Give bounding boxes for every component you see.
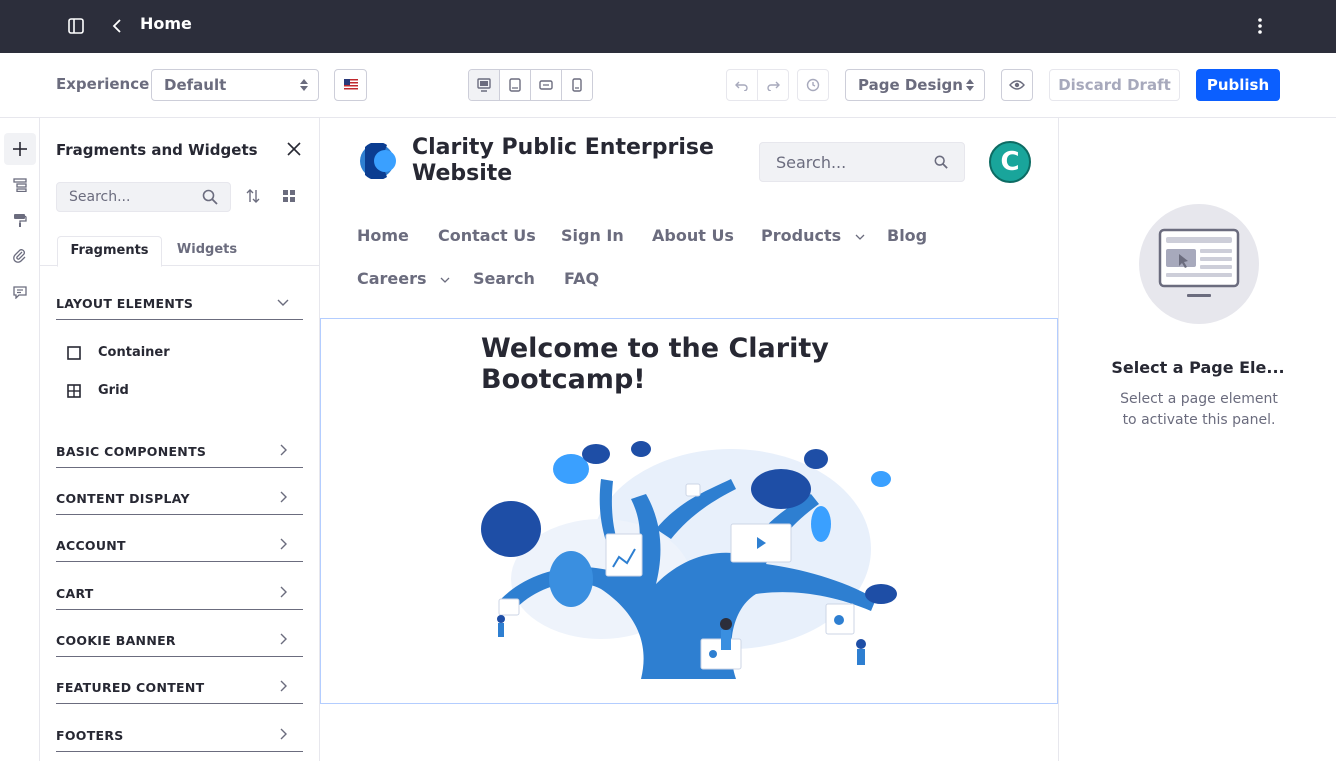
search-placeholder: Search... — [69, 189, 131, 205]
paperclip-icon[interactable] — [4, 240, 36, 272]
site-name[interactable]: Clarity Public Enterprise Website — [412, 135, 742, 187]
page-canvas: Clarity Public Enterprise Website Search… — [320, 118, 1058, 761]
history-group — [726, 69, 789, 101]
us-flag-icon — [344, 79, 358, 90]
editor-toolbar: Experience Default Page Design Discard D… — [0, 53, 1336, 118]
redo-icon[interactable] — [758, 70, 788, 100]
tree-illustration[interactable] — [481, 439, 901, 689]
view-mode-value: Page Design — [858, 76, 963, 94]
search-icon — [934, 155, 948, 169]
paint-brush-icon[interactable] — [4, 204, 36, 236]
left-rail — [0, 118, 40, 761]
chevron-down-icon — [855, 232, 865, 242]
page-title: Home — [140, 14, 192, 33]
chevron-right-icon — [277, 444, 289, 456]
device-preview-group — [468, 69, 593, 101]
category-layout-elements[interactable]: LAYOUT ELEMENTS — [56, 296, 303, 320]
comments-icon[interactable] — [4, 276, 36, 308]
category-featured-content[interactable]: FEATURED CONTENT — [56, 680, 303, 704]
chevron-right-icon — [277, 633, 289, 645]
category-content-display[interactable]: CONTENT DISPLAY — [56, 491, 303, 515]
experience-value: Default — [164, 76, 227, 94]
chevron-down-icon — [277, 296, 289, 308]
tablet-icon[interactable] — [500, 70, 531, 100]
landscape-icon[interactable] — [531, 70, 562, 100]
panel-title: Fragments and Widgets — [56, 141, 258, 159]
ellipsis-vertical-icon[interactable] — [1252, 16, 1268, 36]
category-footers[interactable]: FOOTERS — [56, 728, 303, 752]
nav-contact-us[interactable]: Contact Us — [438, 226, 536, 245]
nav-sign-in[interactable]: Sign In — [561, 226, 624, 245]
panel-empty-description: Select a page element to activate this p… — [1120, 391, 1278, 428]
category-label: FEATURED CONTENT — [56, 680, 205, 695]
nav-careers[interactable]: Careers — [357, 269, 450, 288]
search-placeholder: Search... — [776, 153, 847, 172]
container-icon — [66, 345, 82, 361]
category-label: BASIC COMPONENTS — [56, 444, 207, 459]
category-label: LAYOUT ELEMENTS — [56, 296, 194, 311]
nav-search[interactable]: Search — [473, 269, 535, 288]
publish-button[interactable]: Publish — [1196, 69, 1280, 101]
experience-select[interactable]: Default — [151, 69, 319, 101]
panel-tabs: Fragments Widgets — [40, 236, 319, 267]
category-label: CART — [56, 586, 94, 601]
sort-icon[interactable] — [245, 188, 261, 204]
site-logo[interactable] — [357, 143, 397, 179]
category-basic-components[interactable]: BASIC COMPONENTS — [56, 444, 303, 468]
experience-label: Experience — [56, 75, 150, 93]
nav-blog[interactable]: Blog — [887, 226, 927, 245]
view-mode-select[interactable]: Page Design — [845, 69, 985, 101]
configuration-panel: Select a Page Ele... Select a page eleme… — [1058, 118, 1336, 761]
undo-icon[interactable] — [727, 70, 758, 100]
plus-icon[interactable] — [4, 133, 36, 165]
chevron-right-icon — [277, 491, 289, 503]
nav-label: Products — [761, 226, 842, 245]
close-icon[interactable] — [286, 141, 302, 157]
fragments-search-input[interactable]: Search... — [56, 182, 231, 212]
caret-double-icon — [966, 78, 974, 92]
nav-products[interactable]: Products — [761, 226, 865, 245]
category-label: ACCOUNT — [56, 538, 126, 553]
category-label: FOOTERS — [56, 728, 124, 743]
category-label: COOKIE BANNER — [56, 633, 176, 648]
chevron-right-icon — [277, 538, 289, 550]
category-account[interactable]: ACCOUNT — [56, 538, 303, 562]
card-view-icon[interactable] — [281, 188, 297, 204]
page-structure-icon[interactable] — [4, 169, 36, 201]
caret-double-icon — [300, 78, 308, 92]
history-clock-icon[interactable] — [797, 69, 829, 101]
category-label: CONTENT DISPLAY — [56, 491, 190, 506]
chevron-right-icon — [277, 680, 289, 692]
chevron-left-icon[interactable] — [109, 17, 125, 35]
chevron-down-icon — [440, 275, 450, 285]
nav-home[interactable]: Home — [357, 226, 409, 245]
site-search-input[interactable]: Search... — [759, 142, 965, 182]
category-cookie-banner[interactable]: COOKIE BANNER — [56, 633, 303, 657]
sidebar-toggle-icon[interactable] — [67, 17, 85, 35]
grid-icon — [66, 383, 82, 399]
nav-faq[interactable]: FAQ — [564, 269, 599, 288]
panel-empty-title: Select a Page Ele... — [1111, 358, 1285, 377]
hero-title[interactable]: Welcome to the Clarity Bootcamp! — [481, 333, 881, 395]
avatar[interactable]: C — [989, 141, 1031, 183]
portrait-icon[interactable] — [562, 70, 592, 100]
category-cart[interactable]: CART — [56, 586, 303, 610]
fragment-label: Container — [98, 345, 170, 360]
discard-draft-button[interactable]: Discard Draft — [1049, 69, 1180, 101]
preview-eye-icon[interactable] — [1001, 69, 1033, 101]
fragment-label: Grid — [98, 383, 129, 398]
fragments-panel: Fragments and Widgets Search... Fragment… — [40, 118, 320, 761]
nav-about-us[interactable]: About Us — [652, 226, 734, 245]
tab-fragments[interactable]: Fragments — [57, 236, 162, 267]
desktop-icon[interactable] — [469, 70, 500, 100]
nav-label: Careers — [357, 269, 427, 288]
language-selector[interactable] — [334, 69, 367, 101]
chevron-right-icon — [277, 586, 289, 598]
tab-widgets[interactable]: Widgets — [170, 236, 244, 266]
hero-container[interactable]: Welcome to the Clarity Bootcamp! — [320, 318, 1058, 704]
chevron-right-icon — [277, 728, 289, 740]
top-bar: Home — [0, 0, 1336, 53]
select-element-illustration — [1139, 204, 1259, 324]
search-icon — [202, 189, 218, 205]
